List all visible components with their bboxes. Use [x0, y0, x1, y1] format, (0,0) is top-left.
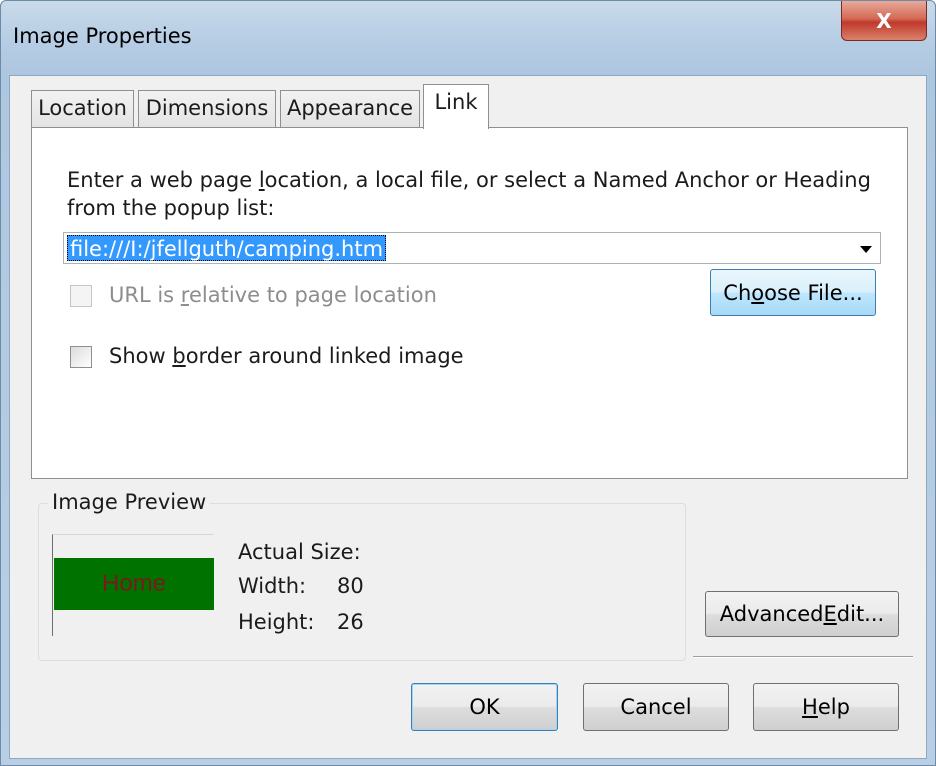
cancel-button[interactable]: Cancel [583, 683, 729, 731]
width-value: 80 [337, 574, 364, 598]
url-relative-checkbox[interactable] [70, 285, 92, 307]
preview-image: Home [54, 558, 214, 610]
height-label: Height: [238, 610, 315, 634]
help-button[interactable]: Help [753, 683, 899, 731]
tab-label: Link [434, 90, 478, 114]
close-icon: X [876, 8, 892, 33]
tab-location[interactable]: Location [31, 90, 134, 128]
close-button[interactable]: X [841, 1, 927, 41]
tab-appearance[interactable]: Appearance [280, 90, 420, 128]
image-preview-legend: Image Preview [48, 490, 211, 514]
url-relative-label: URL is relative to page location [109, 283, 437, 307]
preview-image-text: Home [101, 570, 167, 597]
dropdown-arrow-icon[interactable] [860, 246, 872, 253]
tab-link[interactable]: Link [423, 84, 489, 129]
dialog-window: Image Properties X Location Dimensions A… [0, 0, 936, 766]
url-input[interactable]: file:///I:/jfellguth/camping.htm [67, 235, 387, 261]
tab-dimensions[interactable]: Dimensions [138, 90, 276, 128]
url-combobox[interactable]: file:///I:/jfellguth/camping.htm [63, 232, 881, 264]
ok-button[interactable]: OK [411, 683, 558, 731]
height-value: 26 [337, 610, 364, 634]
dialog-client-area: Location Dimensions Appearance Link Ente… [9, 75, 927, 759]
width-label: Width: [238, 574, 307, 598]
tab-label: Appearance [286, 96, 414, 120]
instruction-text: Enter a web page location, a local file,… [67, 168, 871, 220]
separator [693, 656, 913, 658]
link-tab-panel: Enter a web page location, a local file,… [31, 127, 908, 479]
choose-file-button[interactable]: Ch o ose File... [710, 269, 876, 316]
window-title: Image Properties [13, 24, 192, 48]
show-border-label: Show border around linked image [109, 344, 464, 368]
title-bar[interactable]: Image Properties X [1, 1, 935, 75]
tab-label: Location [38, 96, 127, 120]
actual-size-label: Actual Size: [238, 540, 361, 564]
advanced-edit-button[interactable]: Advanced Edit... [705, 591, 899, 637]
tab-label: Dimensions [145, 96, 269, 120]
show-border-checkbox[interactable] [70, 346, 92, 368]
